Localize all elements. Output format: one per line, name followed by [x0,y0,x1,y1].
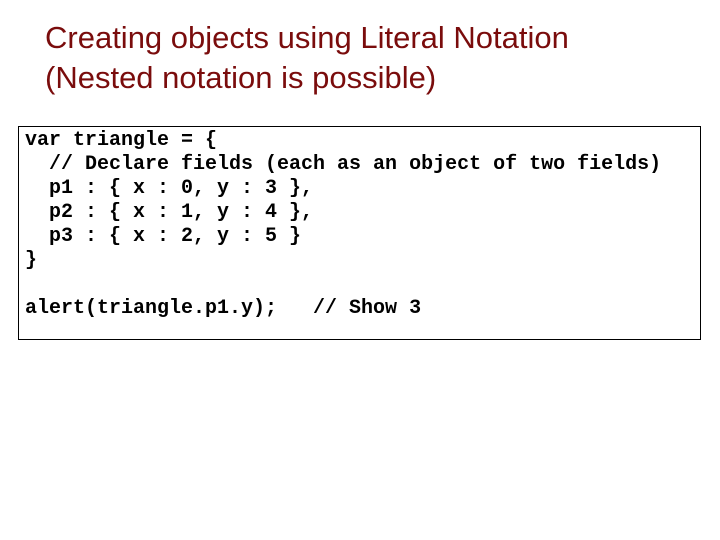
code-line: // Declare fields (each as an object of … [25,153,662,176]
code-text: var triangle = { // Declare fields (each… [25,129,661,321]
code-line: var triangle = { [25,129,218,152]
code-line: p2 : { x : 1, y : 4 }, [25,201,314,224]
title-line-1: Creating objects using Literal Notation [45,20,569,55]
code-line: alert(triangle.p1.y); // Show 3 [25,297,422,320]
code-line: p1 : { x : 0, y : 3 }, [25,177,314,200]
code-block: var triangle = { // Declare fields (each… [18,126,701,340]
title-line-2: (Nested notation is possible) [45,60,437,95]
slide-title: Creating objects using Literal Notation … [45,18,569,98]
code-line: p3 : { x : 2, y : 5 } [25,225,302,248]
code-line: } [25,249,38,272]
